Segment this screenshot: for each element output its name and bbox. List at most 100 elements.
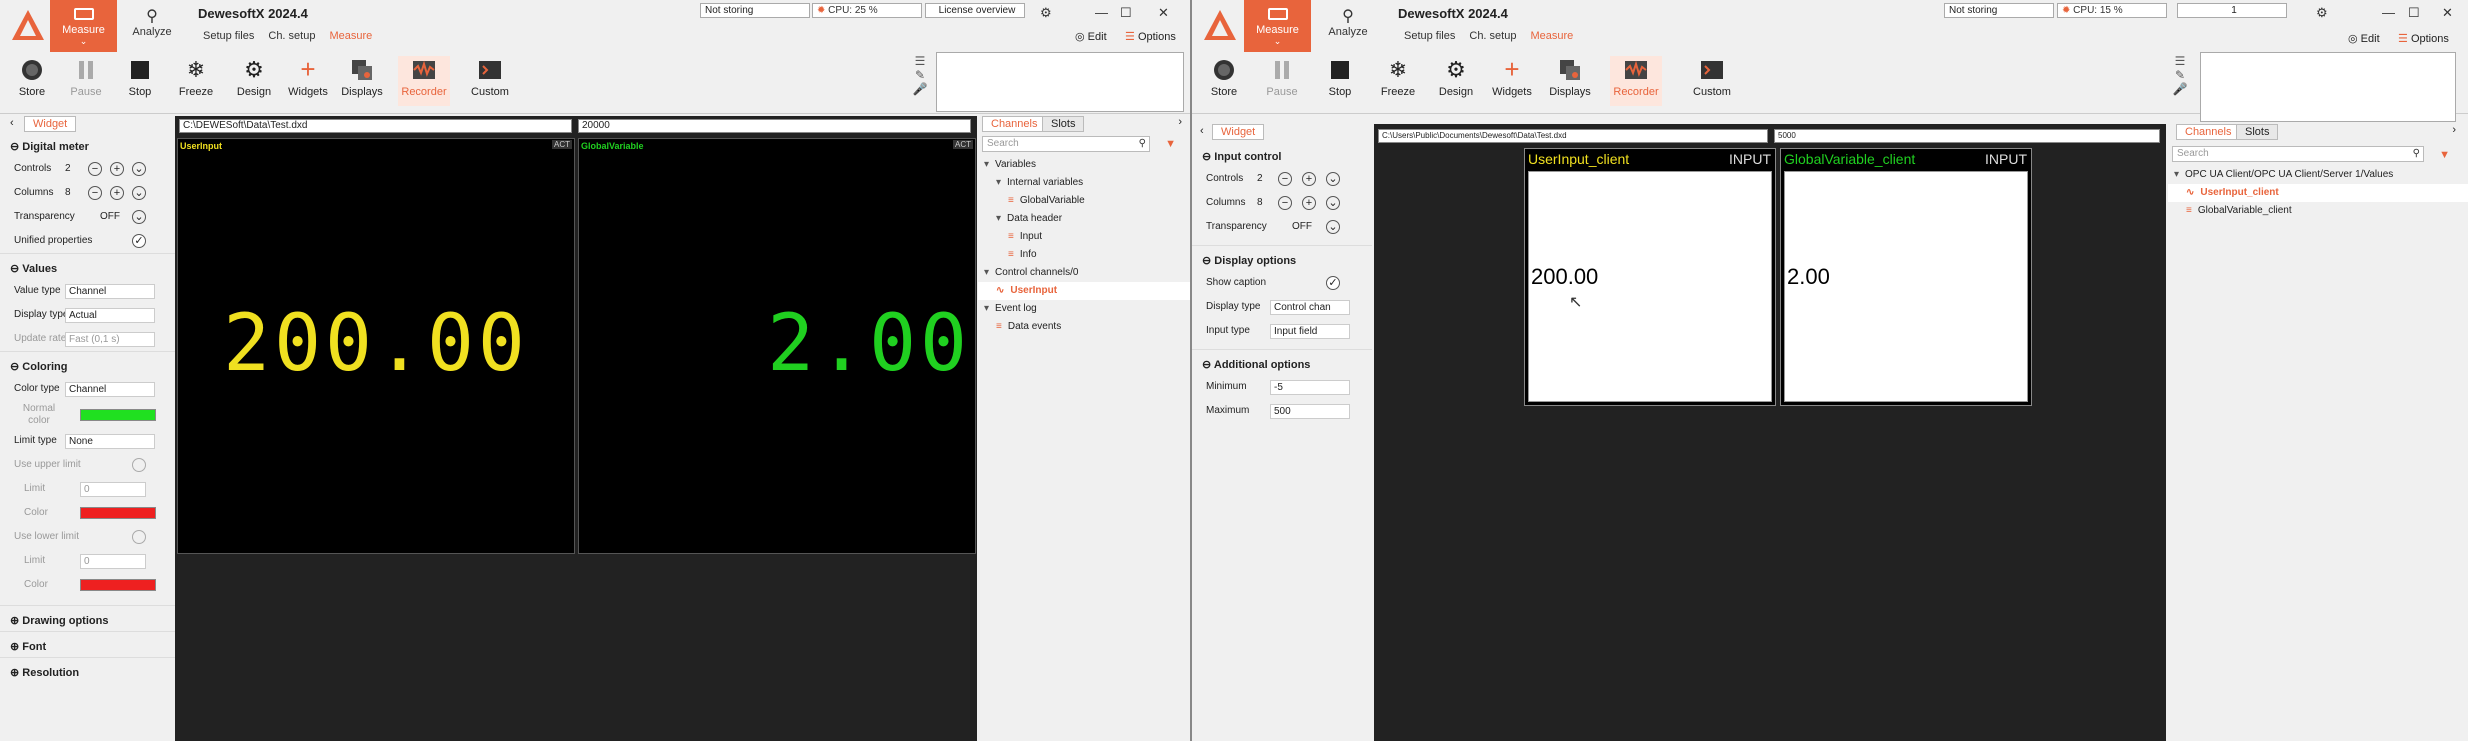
pause-button[interactable]: Pause — [1256, 58, 1308, 98]
analyze-mode-button[interactable]: ⚲ Analyze — [1318, 0, 1378, 52]
freeze-button[interactable]: ❄ Freeze — [170, 58, 222, 99]
normal-color-swatch[interactable] — [80, 409, 156, 421]
collapse-left-icon[interactable]: ‹ — [10, 117, 14, 129]
section-input-control[interactable]: ⊖ Input control — [1192, 140, 1372, 167]
nav-ch-setup[interactable]: Ch. setup — [268, 30, 315, 42]
maximize-button[interactable]: ☐ — [1120, 5, 1132, 21]
recorder-button[interactable]: Recorder — [1610, 56, 1662, 106]
tab-channels[interactable]: Channels — [982, 116, 1047, 132]
maximum-input[interactable]: 500 — [1270, 404, 1350, 419]
filter-icon[interactable]: ▼ — [2439, 149, 2450, 161]
chevron-down-icon[interactable]: ⌄ — [1326, 172, 1340, 186]
tree-item[interactable]: ∿ UserInput_client — [2168, 184, 2468, 202]
nav-measure[interactable]: Measure — [1530, 30, 1573, 42]
digital-meter-userinput[interactable]: UserInput ACT 200.00 — [177, 138, 575, 554]
section-additional-options[interactable]: ⊖ Additional options — [1192, 349, 1372, 375]
collapse-right-icon[interactable]: › — [1178, 116, 1182, 128]
section-font[interactable]: ⊕ Font — [0, 631, 175, 657]
userinput-field[interactable]: 200.00 ↖ — [1528, 171, 1772, 402]
minus-icon[interactable]: − — [88, 162, 102, 176]
channel-search-input[interactable]: Search ⚲ — [2172, 146, 2424, 162]
minus-icon[interactable]: − — [1278, 196, 1292, 210]
displays-button[interactable]: Displays — [336, 58, 388, 98]
input-type-select[interactable]: Input field — [1270, 324, 1350, 339]
chevron-down-icon[interactable]: ⌄ — [1326, 220, 1340, 234]
upper-limit-input[interactable]: 0 — [80, 482, 146, 497]
globalvariable-field[interactable]: 2.00 — [1784, 171, 2028, 402]
edit-button[interactable]: ◎ Edit — [2348, 32, 2380, 45]
measure-mode-button[interactable]: Measure ⌄ — [1244, 0, 1311, 52]
edit-button[interactable]: ◎ Edit — [1075, 30, 1107, 43]
section-display-options[interactable]: ⊖ Display options — [1192, 245, 1372, 271]
tree-item[interactable]: ▾ Event log — [978, 300, 1190, 318]
checkbox-checked[interactable]: ✓ — [132, 234, 146, 248]
mic-tools-icon[interactable]: ☰ ✎ 🎤 — [912, 54, 928, 110]
lower-color-swatch[interactable] — [80, 579, 156, 591]
tree-item[interactable]: ▾ OPC UA Client/OPC UA Client/Server 1/Va… — [2168, 166, 2468, 184]
section-values[interactable]: ⊖ Values — [0, 253, 175, 279]
checkbox-checked[interactable]: ✓ — [1326, 276, 1340, 290]
tree-item[interactable]: ∿ UserInput — [978, 282, 1190, 300]
channel-search-input[interactable]: Search ⚲ — [982, 136, 1150, 152]
section-coloring[interactable]: ⊖ Coloring — [0, 351, 175, 377]
upper-color-swatch[interactable] — [80, 507, 156, 519]
tab-slots[interactable]: Slots — [2236, 124, 2279, 140]
chevron-down-icon[interactable]: ⌄ — [132, 186, 146, 200]
displays-button[interactable]: Displays — [1544, 58, 1596, 98]
lower-limit-checkbox[interactable] — [132, 530, 146, 544]
nav-setup-files[interactable]: Setup files — [203, 30, 254, 42]
chevron-down-icon[interactable]: ⌄ — [132, 162, 146, 176]
tree-item[interactable]: ≡ Info — [978, 246, 1190, 264]
plus-icon[interactable]: + — [110, 162, 124, 176]
tree-item[interactable]: ≡ GlobalVariable — [978, 192, 1190, 210]
nav-measure[interactable]: Measure — [329, 30, 372, 42]
tree-item[interactable]: ▾ Data header — [978, 210, 1190, 228]
update-rate-select[interactable]: Fast (0,1 s) — [65, 332, 155, 347]
tree-item[interactable]: ≡ GlobalVariable_client — [2168, 202, 2468, 220]
tab-widget[interactable]: Widget — [1212, 124, 1265, 140]
tree-item[interactable]: ▾ Internal variables — [978, 174, 1190, 192]
nav-setup-files[interactable]: Setup files — [1404, 30, 1455, 42]
custom-button[interactable]: Custom — [1686, 58, 1738, 98]
store-button[interactable]: Store — [1198, 58, 1250, 98]
tree-item[interactable]: ▾ Variables — [978, 156, 1190, 174]
minus-icon[interactable]: − — [1278, 172, 1292, 186]
analyze-mode-button[interactable]: ⚲ Analyze — [122, 0, 182, 52]
upper-limit-checkbox[interactable] — [132, 458, 146, 472]
store-button[interactable]: Store — [6, 58, 58, 98]
collapse-left-icon[interactable]: ‹ — [1200, 125, 1204, 137]
plus-icon[interactable]: + — [1302, 196, 1316, 210]
options-button[interactable]: ☰ Options — [1125, 30, 1176, 43]
display-type-select[interactable]: Control chan — [1270, 300, 1350, 315]
design-button[interactable]: ⚙ Design — [228, 58, 280, 99]
stop-button[interactable]: Stop — [114, 58, 166, 98]
chevron-down-icon[interactable]: ⌄ — [1326, 196, 1340, 210]
tab-widget[interactable]: Widget — [24, 116, 77, 132]
input-control-userinput[interactable]: UserInput_client INPUT 200.00 ↖ — [1524, 148, 1776, 406]
filter-icon[interactable]: ▼ — [1165, 138, 1176, 150]
minimum-input[interactable]: -5 — [1270, 380, 1350, 395]
section-digital-meter[interactable]: ⊖ Digital meter — [0, 132, 175, 157]
collapse-right-icon[interactable]: › — [2452, 124, 2456, 136]
input-control-globalvariable[interactable]: GlobalVariable_client INPUT 2.00 — [1780, 148, 2032, 406]
settings-icon[interactable]: ⚙ — [2316, 5, 2328, 21]
chevron-down-icon[interactable]: ⌄ — [132, 210, 146, 224]
widgets-button[interactable]: + Widgets — [1486, 56, 1538, 98]
settings-icon[interactable]: ⚙ — [1040, 5, 1052, 21]
tree-item[interactable]: ▾ Control channels/0 — [978, 264, 1190, 282]
limit-type-select[interactable]: None — [65, 434, 155, 449]
nav-ch-setup[interactable]: Ch. setup — [1469, 30, 1516, 42]
minimize-button[interactable]: — — [1095, 5, 1108, 20]
lower-limit-input[interactable]: 0 — [80, 554, 146, 569]
close-button[interactable]: ✕ — [1158, 5, 1169, 21]
widgets-button[interactable]: + Widgets — [282, 56, 334, 98]
plus-icon[interactable]: + — [1302, 172, 1316, 186]
plus-icon[interactable]: + — [110, 186, 124, 200]
tab-slots[interactable]: Slots — [1042, 116, 1085, 132]
display-type-select[interactable]: Actual — [65, 308, 155, 323]
close-button[interactable]: ✕ — [2442, 5, 2453, 21]
freeze-button[interactable]: ❄ Freeze — [1372, 58, 1424, 99]
maximize-button[interactable]: ☐ — [2408, 5, 2420, 21]
tree-item[interactable]: ≡ Input — [978, 228, 1190, 246]
stop-button[interactable]: Stop — [1314, 58, 1366, 98]
